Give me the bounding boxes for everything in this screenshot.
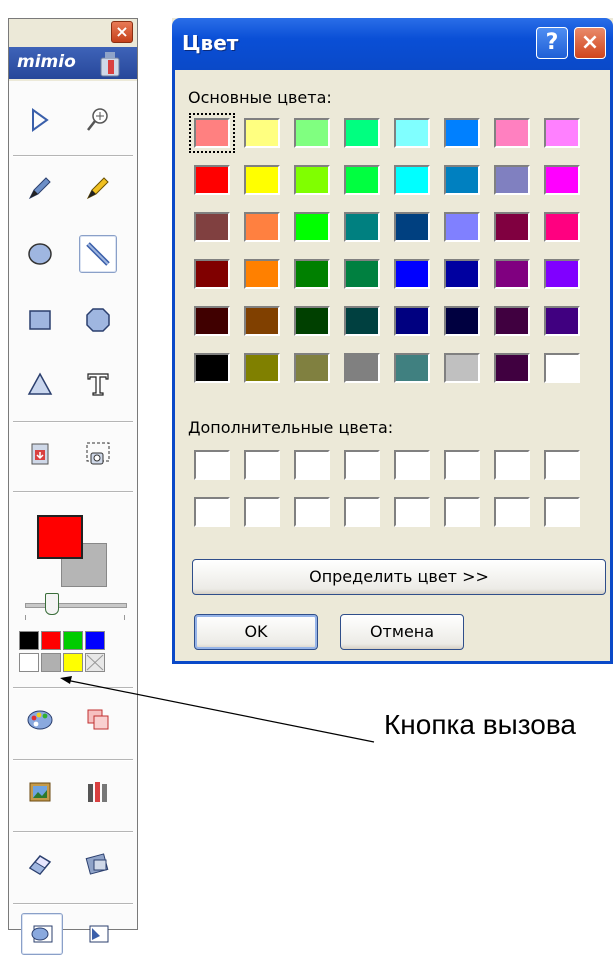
callout-text: Кнопка вызова	[384, 709, 576, 740]
callout-arrow	[60, 676, 375, 743]
